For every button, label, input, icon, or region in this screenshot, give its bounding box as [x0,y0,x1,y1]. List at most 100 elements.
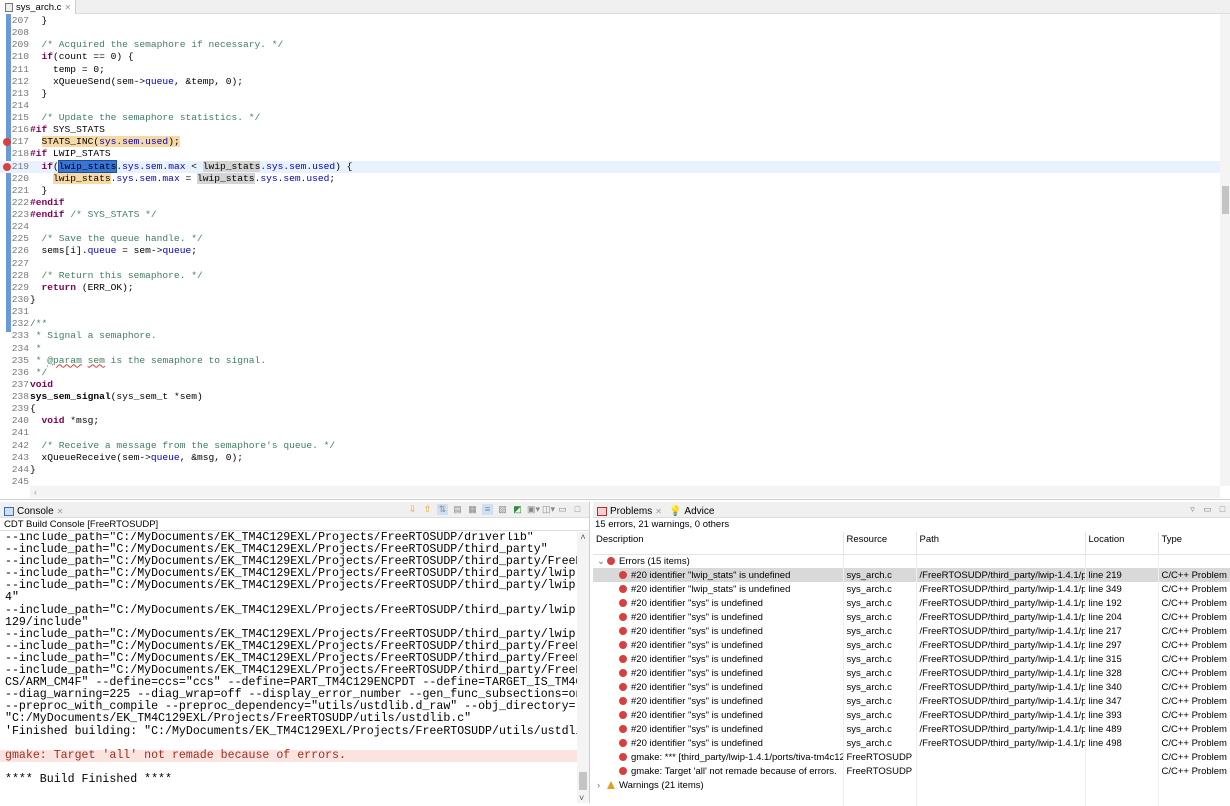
problem-row[interactable]: #20 identifier "sys" is undefined sys_arc… [593,736,1230,750]
code-line[interactable]: 237void [0,379,1220,391]
console-output[interactable]: --include_path="C:/MyDocuments/EK_TM4C12… [0,532,577,803]
code-line[interactable]: 214 [0,100,1220,112]
expand-toggle-icon[interactable]: ⌄ [597,556,607,567]
scroll-lock-icon[interactable]: ▦ [467,504,478,515]
code-line[interactable]: 208 [0,27,1220,39]
problem-row[interactable]: #20 identifier "sys" is undefined sys_arc… [593,708,1230,722]
code-line[interactable]: 218#if LWIP_STATS [0,148,1220,160]
code-line[interactable]: 229 return (ERR_OK); [0,282,1220,294]
code-line[interactable]: 227 [0,258,1220,270]
column-header-location[interactable]: Location [1085,532,1159,555]
view-menu-icon[interactable]: ▿ [1187,504,1198,515]
expand-toggle-icon[interactable]: › [597,780,607,791]
problem-path: /FreeRTOSUDP/third_party/lwip-1.4.1/p... [916,666,1086,680]
column-header-path[interactable]: Path [916,532,1086,555]
code-line[interactable]: 223#endif /* SYS_STATS */ [0,209,1220,221]
problem-row[interactable]: #20 identifier "sys" is undefined sys_arc… [593,652,1230,666]
code-line[interactable]: 240 void *msg; [0,415,1220,427]
code-line[interactable]: 239{ [0,403,1220,415]
code-line[interactable]: 235 * @param sem is the semaphore to sig… [0,355,1220,367]
problem-row[interactable]: #20 identifier "sys" is undefined sys_arc… [593,666,1230,680]
code-line[interactable]: 217 STATS_INC(sys.sem.used); [0,136,1220,148]
code-line[interactable]: 220 lwip_stats.sys.sem.max = lwip_stats.… [0,172,1220,185]
clear-console-icon[interactable]: ▤ [452,504,463,515]
code-area[interactable]: 207 } 208 209 /* Acquired the semaphore if… [0,14,1220,486]
problem-row[interactable]: #20 identifier "sys" is undefined sys_arc… [593,694,1230,708]
code-line[interactable]: 210 if(count == 0) { [0,51,1220,63]
code-line[interactable]: 215 /* Update the semaphore statistics. … [0,112,1220,124]
code-line[interactable]: 221 } [0,185,1220,197]
code-line[interactable]: 207 } [0,15,1220,27]
vertical-scrollbar[interactable] [1220,14,1230,486]
copy-icon[interactable]: ▧ [497,504,508,515]
advice-tab-label[interactable]: Advice [684,506,714,517]
open-console-icon[interactable]: ◫▾ [542,504,555,515]
column-header-description[interactable]: Description [593,532,844,555]
horizontal-scrollbar[interactable]: ‹ [30,486,1220,498]
scrollbar-thumb[interactable] [579,772,587,790]
pin-console-icon[interactable]: ◩ [512,504,523,515]
minimize-icon[interactable]: ▭ [557,504,568,515]
code-line[interactable]: 224 [0,221,1220,233]
scroll-down-icon[interactable]: ˅ [579,793,584,803]
code-line[interactable]: 226 sems[i].queue = sem->queue; [0,245,1220,257]
problem-row[interactable]: #20 identifier "sys" is undefined sys_arc… [593,638,1230,652]
code-line[interactable]: 219 if(lwip_stats.sys.sem.max < lwip_sta… [0,159,1220,173]
link-editor-icon[interactable]: ⇅ [437,504,448,515]
problem-row[interactable]: gmake: Target 'all' not remade because o… [593,764,1230,778]
close-icon[interactable]: ✕ [655,507,662,516]
code-line[interactable]: 225 /* Save the queue handle. */ [0,233,1220,245]
problem-row[interactable]: #20 identifier "sys" is undefined sys_arc… [593,624,1230,638]
code-line[interactable]: 211 temp = 0; [0,64,1220,76]
next-error-icon[interactable]: ⇩ [407,504,418,515]
problem-row[interactable]: #20 identifier "sys" is undefined sys_arc… [593,680,1230,694]
code-line[interactable]: 232/** [0,318,1220,330]
display-console-icon[interactable]: ▣▾ [527,504,540,515]
problem-row[interactable]: #20 identifier "lwip_stats" is undefined… [593,582,1230,596]
problem-row[interactable]: #20 identifier "sys" is undefined sys_arc… [593,722,1230,736]
code-line[interactable]: 216#if SYS_STATS [0,124,1220,136]
code-line[interactable]: 238sys_sem_signal(sys_sem_t *sem) [0,391,1220,403]
problem-row[interactable]: #20 identifier "lwip_stats" is undefined… [593,568,1230,582]
close-icon[interactable]: ✕ [57,507,64,516]
error-marker-icon[interactable] [3,162,11,171]
scroll-left-icon[interactable]: ‹ [34,487,37,497]
word-wrap-icon[interactable]: ≡ [482,504,493,515]
problem-location: line 219 [1085,568,1159,582]
maximize-icon[interactable]: □ [572,504,583,515]
code-line[interactable]: 233 * Signal a semaphore. [0,330,1220,342]
code-line[interactable]: 228 /* Return this semaphore. */ [0,270,1220,282]
code-line[interactable]: 231 [0,306,1220,318]
scrollbar-thumb[interactable] [1222,186,1229,214]
code-editor[interactable]: sys_arch.c ✕ 207 } 208 209 /* Acquired the… [0,0,1230,500]
scroll-up-icon[interactable]: ˄ [580,532,585,542]
maximize-icon[interactable]: □ [1217,504,1228,515]
column-header-resource[interactable]: Resource [843,532,917,555]
problem-row[interactable]: #20 identifier "sys" is undefined sys_arc… [593,610,1230,624]
problem-row[interactable]: gmake: *** [third_party/lwip-1.4.1/ports… [593,750,1230,764]
code-line[interactable]: 241 [0,427,1220,439]
code-line[interactable]: 234 * [0,343,1220,355]
code-line[interactable]: 236 */ [0,367,1220,379]
code-line[interactable]: 245 [0,476,1220,486]
tab-problems[interactable]: Problems ✕ 💡 Advice [597,504,714,518]
console-scrollbar[interactable]: ˄ ˅ [577,532,589,803]
code-line[interactable]: 209 /* Acquired the semaphore if necessa… [0,39,1220,51]
code-line[interactable]: 212 xQueueSend(sem->queue, &temp, 0); [0,76,1220,88]
code-line[interactable]: 244} [0,464,1220,476]
problem-row[interactable]: #20 identifier "sys" is undefined sys_arc… [593,596,1230,610]
code-line[interactable]: 242 /* Receive a message from the semaph… [0,440,1220,452]
previous-error-icon[interactable]: ⇧ [422,504,433,515]
code-line[interactable]: 222#endif [0,197,1220,209]
minimize-icon[interactable]: ▭ [1202,504,1213,515]
tab-console[interactable]: Console ✕ [4,504,63,518]
code-line[interactable]: 243 xQueueReceive(sem->queue, &msg, 0); [0,452,1220,464]
close-icon[interactable]: ✕ [64,1,71,14]
problem-group[interactable]: › Warnings (21 items) [593,778,1230,792]
problem-group[interactable]: ⌄ Errors (15 items) [593,554,1230,568]
code-line[interactable]: 213 } [0,88,1220,100]
code-line[interactable]: 230} [0,294,1220,306]
tab-sys-arch-c[interactable]: sys_arch.c ✕ [0,0,77,14]
column-header-type[interactable]: Type [1158,532,1230,555]
